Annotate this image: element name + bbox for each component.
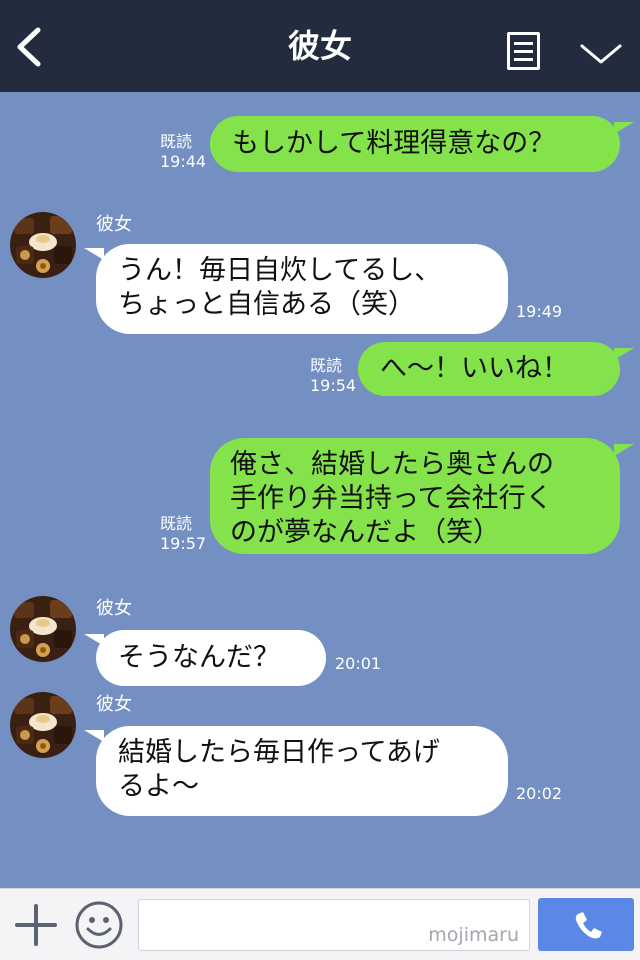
menu-button[interactable] [505,30,543,72]
chat-area[interactable]: 既読 19:44 もしかして料理得意なの？ 彼女 うん！毎日自炊してるし、 ちょ… [0,92,640,888]
plus-icon [15,904,57,946]
back-button[interactable] [8,22,52,72]
sender-name: 彼女 [96,214,132,235]
watermark-text: mojimaru [428,924,519,946]
chevron-down-icon [580,44,622,64]
message-text: そうなんだ？ [118,642,280,673]
emoji-button[interactable] [74,900,124,950]
message-text: 結婚したら毎日作ってあげ るよ〜 [118,737,440,802]
message-input[interactable]: mojimaru [138,899,530,951]
message-status: 既読 19:57 [160,514,206,554]
message-text: 俺さ、結婚したら奥さんの 手作り弁当持って会社行く のが夢なんだよ（笑） [230,449,554,548]
read-receipt: 既読 [160,132,193,151]
list-icon-line [514,50,533,53]
message-time: 20:01 [335,654,382,673]
chocolate-avatar-image [10,596,76,662]
list-icon-line [514,58,533,61]
avatar[interactable] [10,692,76,758]
incoming-message-bubble[interactable]: うん！毎日自炊してるし、 ちょっと自信ある（笑） [96,244,508,334]
sender-name: 彼女 [96,598,132,619]
incoming-message-bubble[interactable]: 結婚したら毎日作ってあげ るよ〜 [96,726,508,816]
chocolate-avatar-image [10,692,76,758]
incoming-message-bubble[interactable]: そうなんだ？ [96,630,326,686]
avatar[interactable] [10,212,76,278]
add-button[interactable] [14,903,58,947]
message-time: 19:54 [310,376,357,395]
message-time: 19:44 [160,152,207,171]
bubble-tail [614,444,634,456]
bubble-tail [614,348,634,360]
sender-name: 彼女 [96,694,132,715]
message-text: へ〜！いいね！ [380,353,569,384]
chat-header: 彼女 [0,0,640,92]
avatar[interactable] [10,596,76,662]
message-time: 19:57 [160,534,207,553]
phone-icon [575,912,602,939]
list-icon-line [514,42,533,45]
message-time: 19:49 [516,302,563,321]
message-text: うん！毎日自炊してるし、 ちょっと自信ある（笑） [118,255,442,320]
message-status: 既読 19:54 [310,356,356,396]
outgoing-message-bubble[interactable]: へ〜！いいね！ [358,342,620,396]
call-button[interactable] [538,898,634,951]
smiley-icon [75,901,123,949]
message-time: 20:02 [516,784,563,803]
bubble-tail [614,122,634,134]
message-text: もしかして料理得意なの？ [232,128,556,159]
chat-title: 彼女 [287,27,352,65]
chocolate-avatar-image [10,212,76,278]
message-input-bar: mojimaru [0,888,640,960]
outgoing-message-bubble[interactable]: もしかして料理得意なの？ [210,116,620,172]
chevron-left-icon [17,27,41,67]
read-receipt: 既読 [160,514,193,533]
read-receipt: 既読 [310,356,343,375]
expand-button[interactable] [578,36,624,70]
outgoing-message-bubble[interactable]: 俺さ、結婚したら奥さんの 手作り弁当持って会社行く のが夢なんだよ（笑） [210,438,620,554]
message-status: 既読 19:44 [160,132,206,172]
